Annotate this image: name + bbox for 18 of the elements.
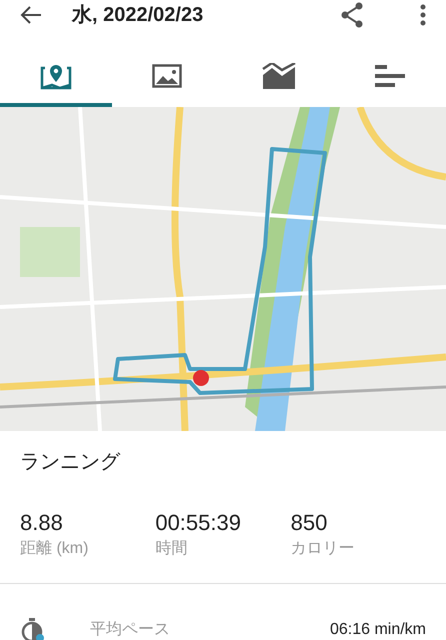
stopwatch-icon	[20, 618, 46, 640]
stat-value: 00:55:39	[155, 509, 242, 537]
stat-value: 8.88	[20, 509, 64, 537]
stat-label: 距離 (km)	[20, 539, 90, 559]
share-icon[interactable]	[340, 2, 364, 28]
stat-value: 850	[290, 509, 328, 537]
date-title: 水, 2022/02/23	[72, 3, 204, 28]
back-icon[interactable]	[20, 6, 42, 24]
activity-title: ランニング	[19, 450, 122, 475]
detail-label: 平均ペース	[90, 620, 171, 640]
area-chart-icon	[262, 63, 296, 89]
map-pin-icon	[38, 62, 73, 90]
stat-label: 時間	[155, 538, 188, 559]
more-icon[interactable]	[420, 4, 426, 26]
bars-icon	[375, 64, 406, 88]
detail-value: 06:16 min/km	[330, 620, 426, 640]
image-icon	[152, 64, 182, 88]
stat-label: カロリー	[290, 539, 356, 559]
